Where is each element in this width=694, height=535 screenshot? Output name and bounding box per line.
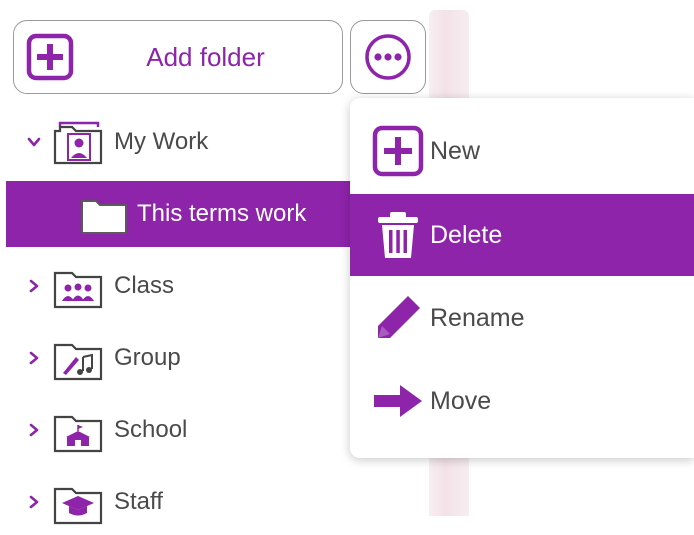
menu-item-rename[interactable]: Rename bbox=[350, 277, 694, 359]
more-options-button[interactable] bbox=[350, 20, 426, 94]
chevron-right-icon[interactable] bbox=[26, 494, 42, 510]
tree-item-label: My Work bbox=[114, 128, 209, 155]
add-folder-button[interactable]: Add folder bbox=[13, 20, 343, 94]
chevron-right-icon[interactable] bbox=[26, 278, 42, 294]
context-menu: New Delete Rename Move bbox=[350, 98, 694, 458]
school-folder-icon bbox=[53, 415, 103, 453]
tree-item-label: Class bbox=[114, 272, 175, 299]
more-horizontal-circle-icon bbox=[365, 34, 411, 80]
pencil-icon bbox=[378, 296, 420, 338]
menu-item-new[interactable]: New bbox=[350, 110, 694, 192]
trash-icon bbox=[378, 212, 418, 258]
menu-item-label: New bbox=[430, 136, 481, 165]
class-folder-icon bbox=[53, 271, 103, 309]
tree-item-staff[interactable]: Staff bbox=[6, 469, 466, 535]
menu-item-delete[interactable]: Delete bbox=[350, 194, 694, 276]
menu-item-label: Move bbox=[430, 386, 492, 415]
tree-item-label: School bbox=[114, 416, 188, 443]
menu-item-move[interactable]: Move bbox=[350, 360, 694, 442]
tree-item-label: Group bbox=[114, 344, 181, 371]
add-folder-label: Add folder bbox=[146, 41, 265, 72]
chevron-right-icon[interactable] bbox=[26, 422, 42, 438]
chevron-right-icon[interactable] bbox=[26, 350, 42, 366]
tree-item-label: This terms work bbox=[137, 200, 307, 227]
group-folder-icon bbox=[53, 343, 103, 381]
staff-folder-icon bbox=[53, 487, 103, 525]
menu-item-label: Delete bbox=[430, 220, 503, 249]
chevron-down-icon[interactable] bbox=[26, 134, 42, 150]
my-work-folder-icon bbox=[53, 121, 103, 165]
arrow-right-icon bbox=[374, 385, 422, 417]
folder-icon bbox=[81, 200, 127, 234]
tree-item-label: Staff bbox=[114, 488, 163, 515]
plus-square-icon bbox=[372, 125, 424, 177]
menu-item-label: Rename bbox=[430, 303, 525, 332]
